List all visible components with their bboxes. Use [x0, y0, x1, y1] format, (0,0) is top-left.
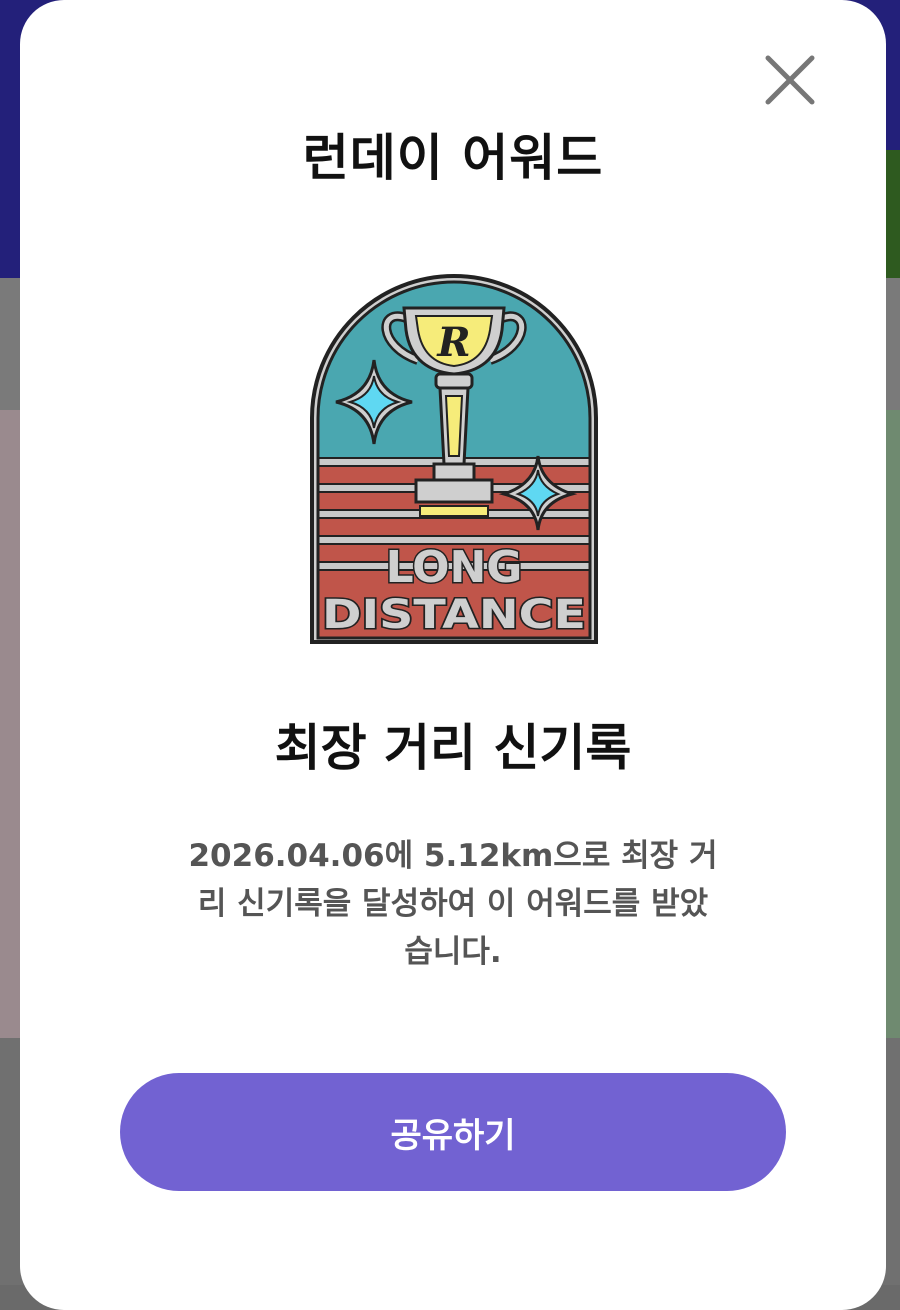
close-button[interactable]: [762, 52, 818, 108]
award-description: 2026.04.06에 5.12km으로 최장 거리 신기록을 달성하여 이 어…: [188, 838, 718, 970]
svg-text:LONG: LONG: [386, 542, 523, 593]
modal-title: 런데이 어워드: [302, 129, 604, 187]
award-modal: 런데이 어워드 R LONG DISTANCE 최장 거리 신기록 2026.0…: [20, 0, 886, 1310]
long-distance-badge-icon: R LONG DISTANCE: [308, 268, 600, 644]
close-icon: [765, 55, 815, 105]
svg-text:DISTANCE: DISTANCE: [322, 592, 586, 638]
award-name: 최장 거리 신기록: [274, 719, 632, 777]
svg-text:R: R: [436, 319, 470, 366]
share-button[interactable]: 공유하기: [120, 1073, 786, 1191]
